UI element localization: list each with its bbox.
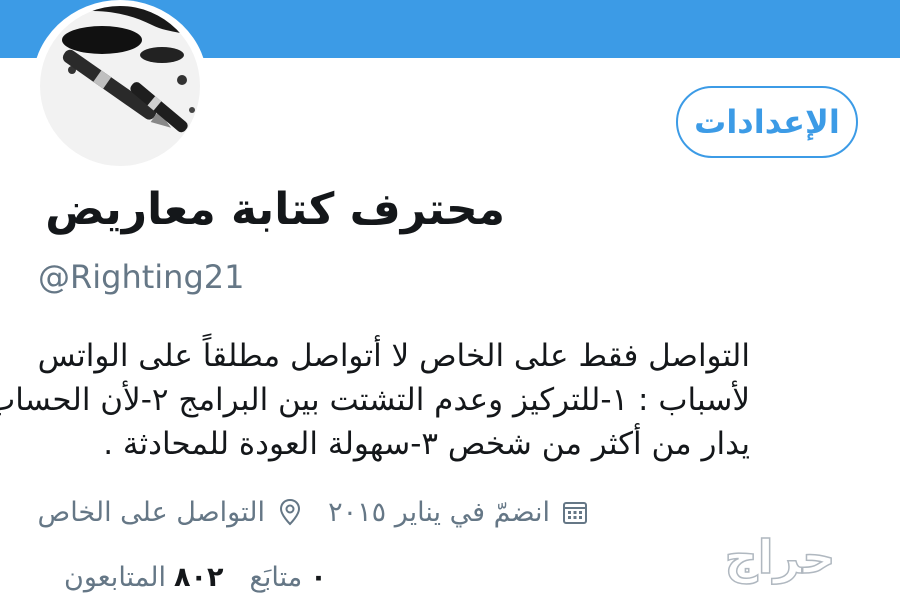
- following-label: متابَع: [249, 562, 303, 593]
- following-count: ٠: [310, 562, 327, 593]
- bio-line: يدار من أكثر من شخص ٣-سهولة العودة للمحا…: [103, 426, 750, 462]
- location-pin-icon: [275, 497, 305, 527]
- joined-date: انضمّ في يناير ٢٠١٥: [328, 492, 590, 532]
- settings-button[interactable]: الإعدادات: [676, 86, 858, 158]
- profile-location: التواصل على الخاص: [38, 492, 305, 532]
- followers-label: المتابعون: [64, 562, 167, 593]
- location-text: التواصل على الخاص: [37, 496, 265, 528]
- following-stat[interactable]: ٠ متابَع: [249, 562, 326, 598]
- profile-name: محترف كتابة معاريض: [45, 184, 505, 235]
- pen-ink-avatar: [40, 6, 200, 166]
- profile-avatar[interactable]: [32, 0, 208, 170]
- joined-text: انضمّ في يناير ٢٠١٥: [328, 496, 550, 528]
- bio-line: التواصل فقط على الخاص لا أتواصل مطلقاً ع…: [37, 338, 750, 374]
- watermark: حراج: [724, 529, 836, 585]
- profile-stats: ٠ متابَع ٨٠٢ المتابعون: [38, 562, 327, 598]
- bio-line: لأسباب : ١-للتركيز وعدم التشتت بين البرا…: [0, 382, 750, 418]
- profile-bio: التواصل فقط على الخاص لا أتواصل مطلقاً ع…: [0, 334, 750, 466]
- calendar-icon: [560, 497, 590, 527]
- followers-stat[interactable]: ٨٠٢ المتابعون: [64, 562, 223, 598]
- profile-handle: @Righting21: [38, 258, 245, 296]
- followers-count: ٨٠٢: [174, 562, 224, 593]
